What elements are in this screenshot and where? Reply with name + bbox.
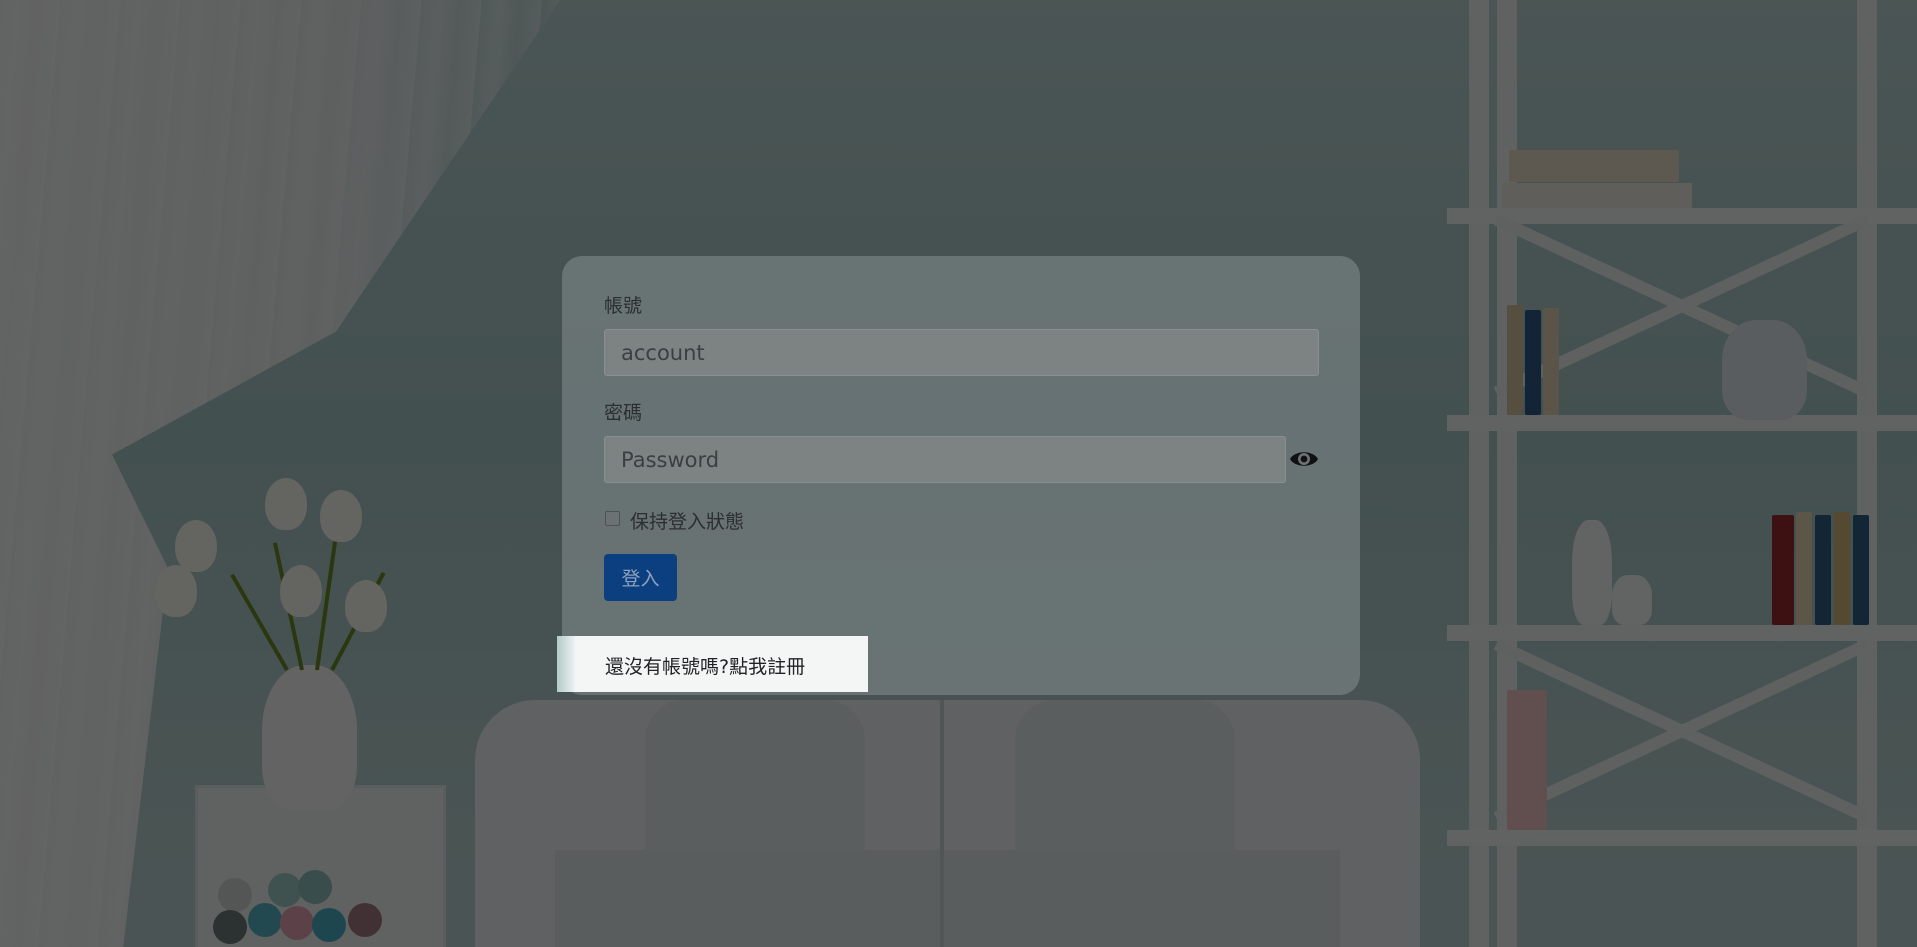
account-input[interactable]: [604, 329, 1319, 376]
keep-login-label[interactable]: 保持登入狀態: [630, 507, 744, 534]
keep-login-checkbox[interactable]: [605, 511, 620, 526]
show-password-button[interactable]: [1288, 443, 1320, 475]
eye-icon: [1290, 452, 1318, 466]
password-label: 密碼: [604, 402, 643, 424]
login-button[interactable]: 登入: [604, 554, 677, 601]
register-highlight: 還沒有帳號嗎?點我註冊: [557, 636, 868, 692]
password-input[interactable]: [604, 436, 1286, 483]
account-label: 帳號: [604, 295, 643, 317]
register-link[interactable]: 還沒有帳號嗎?點我註冊: [605, 652, 805, 679]
login-page: 帳號 密碼 保持登入狀態 登入 還沒有帳號嗎?點我註冊: [0, 0, 1917, 947]
